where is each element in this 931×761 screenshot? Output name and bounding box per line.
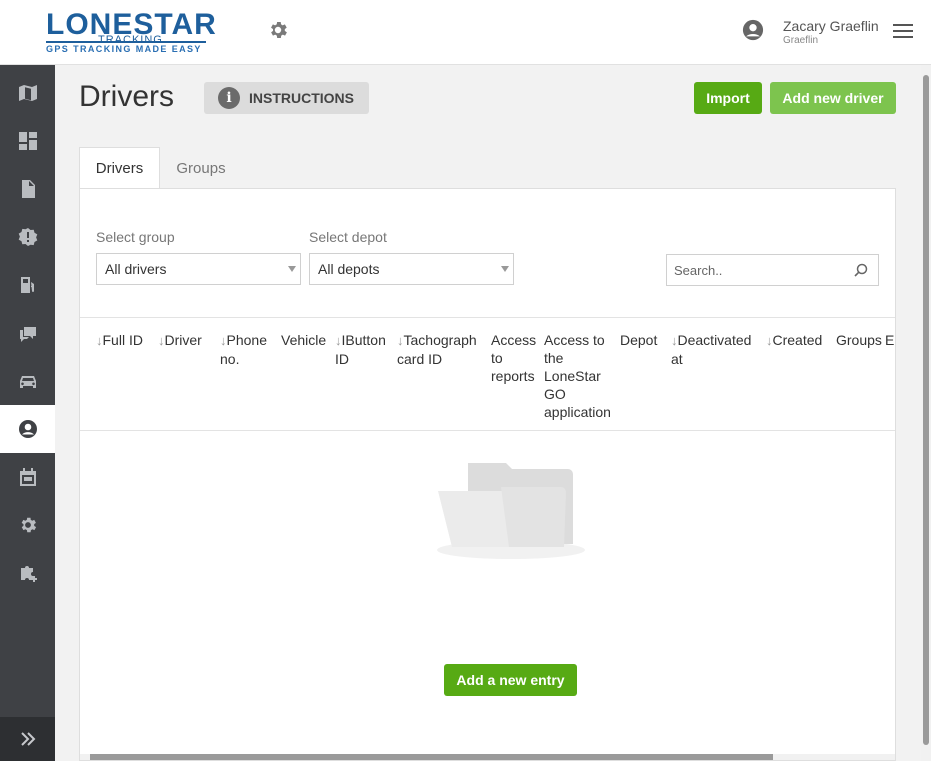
sidebar-item-calendar[interactable] xyxy=(0,453,55,501)
column-label: E xyxy=(885,332,895,348)
car-icon xyxy=(19,376,36,388)
info-icon: i xyxy=(218,87,240,109)
logo-tagline: GPS TRACKING MADE EASY xyxy=(46,44,202,54)
column-full-id[interactable]: ↓Full ID xyxy=(96,331,143,350)
sidebar-item-integrations[interactable] xyxy=(0,549,55,597)
column-label: Access to reports xyxy=(491,332,537,384)
column-label: Tachograph card ID xyxy=(397,332,477,367)
user-name[interactable]: Zacary Graeflin xyxy=(783,18,879,34)
caret-down-icon xyxy=(288,266,296,272)
table-header-row: ↓Full ID ↓Driver ↓Phone no. Vehicle ↓IBu… xyxy=(80,317,895,431)
import-button[interactable]: Import xyxy=(694,82,762,114)
tab-drivers[interactable]: Drivers xyxy=(79,147,160,189)
add-new-entry-button[interactable]: Add a new entry xyxy=(444,664,577,696)
dashboard-icon xyxy=(18,132,37,150)
column-vehicle: Vehicle xyxy=(281,331,326,349)
column-label: Driver xyxy=(164,332,202,348)
sidebar-item-reports[interactable] xyxy=(0,165,55,213)
puzzle-add-icon xyxy=(20,566,37,582)
depot-select-value: All depots xyxy=(318,261,380,277)
sidebar-item-map[interactable] xyxy=(0,69,55,117)
drivers-panel: Select group All drivers Select depot Al… xyxy=(79,188,896,761)
sidebar-item-dashboard[interactable] xyxy=(0,117,55,165)
sidebar-item-settings[interactable] xyxy=(0,501,55,549)
document-icon xyxy=(21,180,35,198)
user-subtitle: Graeflin xyxy=(783,35,819,46)
page-title: Drivers xyxy=(79,80,174,113)
horizontal-scrollbar[interactable] xyxy=(80,754,895,760)
sidebar-item-alerts[interactable] xyxy=(0,213,55,261)
column-access-reports: Access to reports xyxy=(491,331,543,385)
sidebar-item-messages[interactable] xyxy=(0,309,55,357)
calendar-icon xyxy=(19,468,36,486)
user-circle-icon xyxy=(18,420,37,438)
search-placeholder: Search.. xyxy=(674,262,723,278)
column-label: Depot xyxy=(620,332,658,348)
search-icon xyxy=(854,263,868,277)
hamburger-menu-icon[interactable] xyxy=(893,22,913,40)
horizontal-scroll-thumb[interactable] xyxy=(90,754,773,760)
fuel-icon xyxy=(20,277,34,293)
column-access-go: Access to the LoneStar GO application xyxy=(544,331,618,421)
settings-gear-icon[interactable] xyxy=(267,19,289,41)
double-chevron-right-icon xyxy=(20,732,35,746)
instructions-label: INSTRUCTIONS xyxy=(249,90,354,106)
tab-groups[interactable]: Groups xyxy=(160,147,242,189)
chat-icon xyxy=(19,327,36,342)
logo-divider xyxy=(46,41,206,43)
column-label: Access to the LoneStar GO application xyxy=(544,332,611,420)
column-depot: Depot xyxy=(620,331,657,349)
vertical-scrollbar[interactable] xyxy=(921,65,931,761)
select-depot-label: Select depot xyxy=(309,229,387,245)
gear-icon xyxy=(21,517,36,533)
caret-down-icon xyxy=(501,266,509,272)
column-deactivated[interactable]: ↓Deactivated at xyxy=(671,331,763,368)
vertical-scroll-thumb[interactable] xyxy=(923,75,929,745)
group-select[interactable]: All drivers xyxy=(96,253,301,285)
column-e: E xyxy=(885,331,894,349)
column-label: IButton ID xyxy=(335,332,386,367)
top-header: LONESTAR TRACKING GPS TRACKING MADE EASY… xyxy=(0,0,931,65)
sidebar-item-vehicles[interactable] xyxy=(0,357,55,405)
column-label: Phone no. xyxy=(220,332,267,367)
column-label: Full ID xyxy=(102,332,143,348)
select-group-label: Select group xyxy=(96,229,175,245)
column-label: Created xyxy=(772,332,823,348)
group-select-value: All drivers xyxy=(105,261,167,277)
column-ibutton-id[interactable]: ↓IButton ID xyxy=(335,331,393,368)
column-label: Deactivated at xyxy=(671,332,752,367)
search-input[interactable]: Search.. xyxy=(666,254,879,286)
sidebar xyxy=(0,65,55,761)
map-icon xyxy=(18,85,37,101)
sidebar-item-drivers[interactable] xyxy=(0,405,55,453)
column-label: Vehicle xyxy=(281,332,327,348)
depot-select[interactable]: All depots xyxy=(309,253,514,285)
sidebar-item-fuel[interactable] xyxy=(0,261,55,309)
sidebar-expand-button[interactable] xyxy=(0,717,55,761)
lonestar-logo[interactable]: LONESTAR TRACKING GPS TRACKING MADE EASY xyxy=(46,10,216,54)
user-avatar-icon[interactable] xyxy=(742,19,764,41)
add-new-driver-button[interactable]: Add new driver xyxy=(770,82,896,114)
instructions-button[interactable]: i INSTRUCTIONS xyxy=(204,82,369,114)
column-created[interactable]: ↓Created xyxy=(766,331,822,350)
alert-badge-icon xyxy=(18,228,37,246)
empty-folder-icon xyxy=(437,463,585,559)
column-phone[interactable]: ↓Phone no. xyxy=(220,331,267,368)
column-driver[interactable]: ↓Driver xyxy=(158,331,202,350)
column-label: Groups xyxy=(836,332,882,348)
column-groups: Groups xyxy=(836,331,882,349)
column-tachograph[interactable]: ↓Tachograph card ID xyxy=(397,331,489,368)
